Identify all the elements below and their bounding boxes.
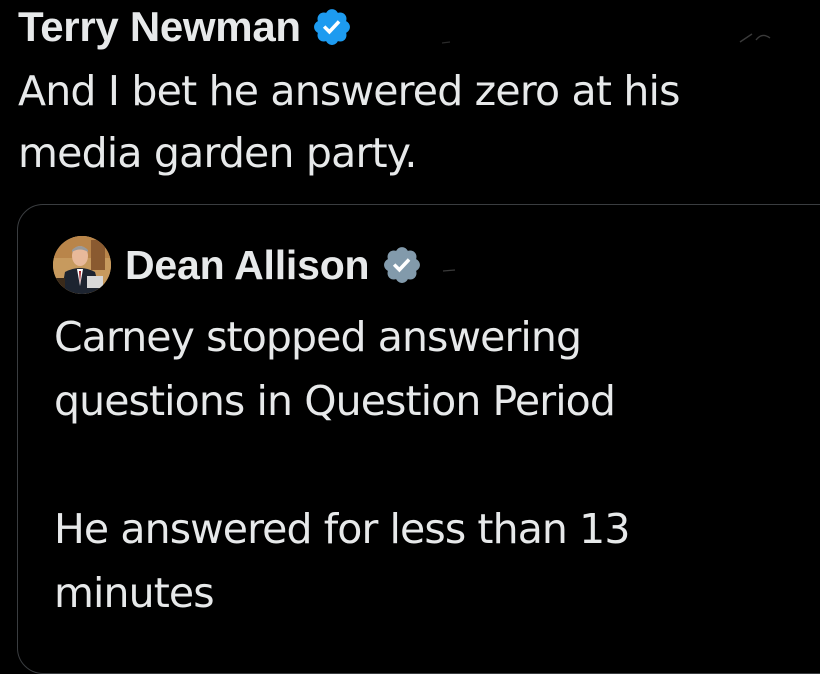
redacted-handle <box>441 33 771 44</box>
government-verified-badge-icon <box>384 247 421 283</box>
verified-badge-icon <box>313 9 350 45</box>
tweet: Terry Newman And I bet he answered zero … <box>0 0 820 674</box>
tweet-text: And I bet he answered zero at his media … <box>18 60 798 184</box>
quoted-tweet-text: Carney stopped answering questions in Qu… <box>54 305 814 625</box>
quoted-text-line: minutes <box>54 569 215 617</box>
tweet-text-line: media garden party. <box>18 129 417 177</box>
avatar[interactable] <box>53 236 111 294</box>
quoted-text-line: Carney stopped answering <box>54 313 582 361</box>
tweet-text-line: And I bet he answered zero at his <box>18 67 680 115</box>
quoted-author-name[interactable]: Dean Allison <box>125 242 370 289</box>
redacted-handle <box>443 269 456 272</box>
quoted-text-line: questions in Question Period <box>54 377 616 425</box>
tweet-author-row: Terry Newman <box>18 0 353 54</box>
avatar-image <box>53 236 111 294</box>
quoted-tweet-card[interactable]: Dean Allison Carney stopped answering qu… <box>17 204 820 674</box>
quoted-text-line: He answered for less than 13 <box>54 505 630 553</box>
tweet-author-name[interactable]: Terry Newman <box>18 3 301 51</box>
quoted-tweet-header: Dean Allison <box>53 235 459 295</box>
